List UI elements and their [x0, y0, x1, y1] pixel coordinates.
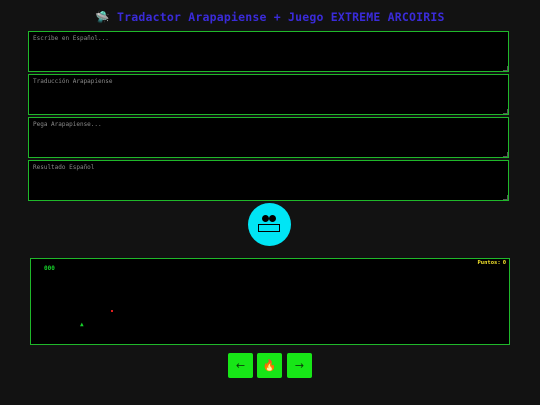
fire-icon: 🔥 — [262, 359, 277, 372]
arrow-right-icon: → — [294, 359, 305, 372]
satellite-icon: 🛸 — [95, 10, 110, 24]
move-right-button[interactable]: → — [287, 353, 312, 378]
arapapiense-output[interactable] — [28, 74, 509, 115]
robot-mouth — [258, 224, 280, 232]
game-canvas[interactable]: Puntos: 0 000 ▲ — [30, 258, 510, 345]
robot-face-icon — [248, 203, 291, 246]
invader-sprite: 000 — [44, 265, 55, 272]
robot-eye-right — [269, 215, 276, 222]
move-left-button[interactable]: ← — [228, 353, 253, 378]
score-label: Puntos: — [477, 260, 501, 266]
arapapiense-input[interactable] — [28, 117, 509, 158]
spanish-input[interactable] — [28, 31, 509, 72]
score-display: Puntos: 0 — [478, 260, 507, 266]
arrow-left-icon: ← — [235, 359, 246, 372]
fire-button[interactable]: 🔥 — [257, 353, 282, 378]
score-value: 0 — [502, 260, 506, 266]
spanish-output[interactable] — [28, 160, 509, 201]
robot-eye-left — [262, 215, 269, 222]
enemy-bullet — [111, 310, 113, 312]
page-title: 🛸 Tradactor Arapapiense + Juego EXTREME … — [0, 10, 540, 24]
page-title-text: Tradactor Arapapiense + Juego EXTREME AR… — [116, 10, 445, 24]
player-ship-icon: ▲ — [80, 321, 84, 328]
